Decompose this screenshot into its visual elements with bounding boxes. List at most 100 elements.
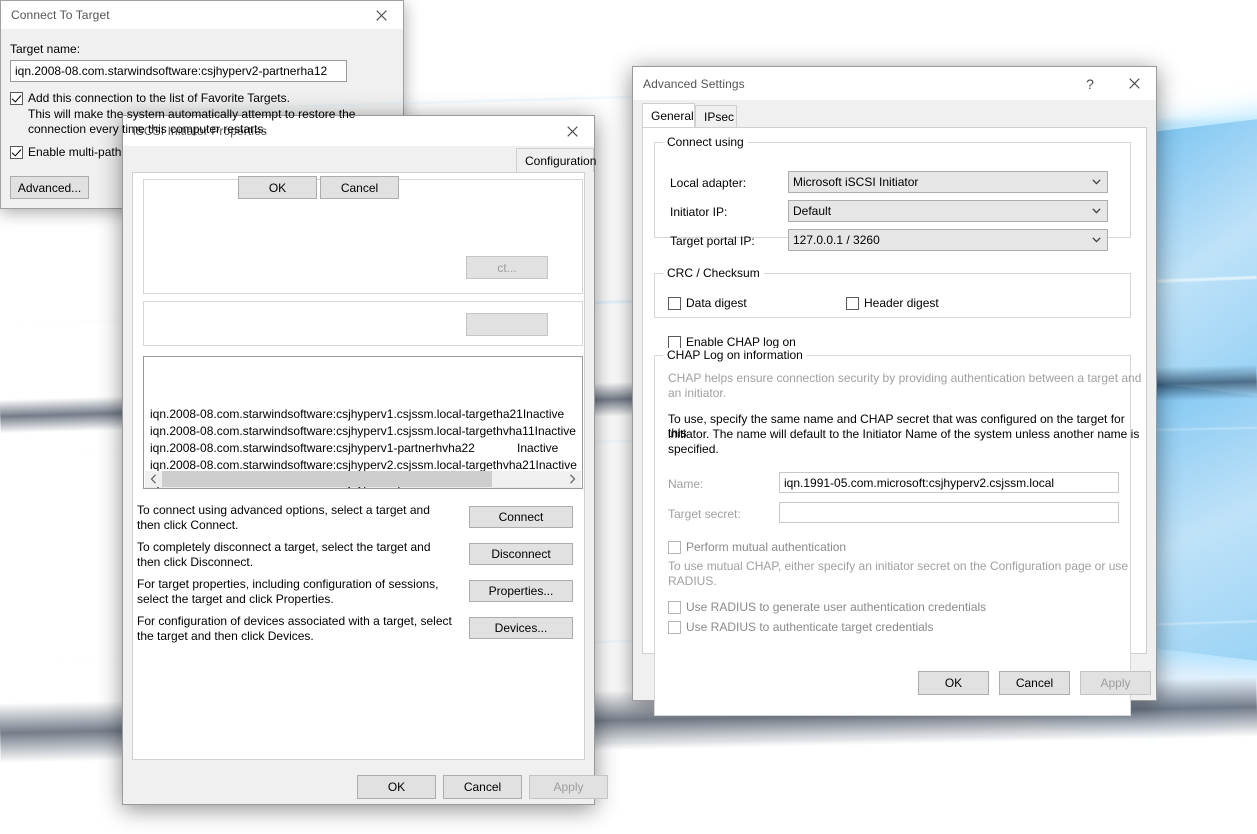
wallpaper-logo-panel-top [1150,107,1257,383]
wallpaper-logo-panel-bottom [1150,382,1257,673]
help-icon[interactable]: ? [1068,68,1112,100]
target-name: iqn.2008-08.com.starwindsoftware:csjhype… [150,423,535,438]
favorite-help-line-1: This will make the system automatically … [28,107,356,121]
checkbox-box [668,601,681,614]
local-adapter-label: Local adapter: [670,176,747,190]
close-icon[interactable] [550,117,594,146]
chevron-left-icon[interactable] [145,471,162,487]
mutual-authentication-checkbox[interactable]: Perform mutual authentication [668,540,846,554]
advanced-settings-window: Advanced Settings ? General IPsec Connec… [632,66,1157,716]
chap-intro-line-2: an initiator. [668,386,727,400]
connect-ok-button[interactable]: OK [238,176,317,199]
chap-usage-line-2: initiator. The name will default to the … [668,427,1140,441]
data-digest-checkbox[interactable]: Data digest [668,296,747,310]
chevron-down-icon [1092,230,1101,250]
target-portal-ip-dropdown[interactable]: 127.0.0.1 / 3260 [788,229,1108,251]
iscsi-initiator-properties-window: iSCSI Initiator Properties Configuration… [122,115,608,805]
radius-generate-checkbox[interactable]: Use RADIUS to generate user authenticati… [668,600,986,614]
target-secret-label: Target secret: [668,507,741,521]
target-secret-input[interactable] [779,502,1119,523]
connect-using-label: Connect using [663,135,748,149]
tab-configuration-label: Configuration [525,153,597,168]
chap-info-label: CHAP Log on information [663,348,807,362]
disconnect-button[interactable]: Disconnect [469,543,573,565]
devices-description: For configuration of devices associated … [137,614,452,643]
advanced-body-panel: Connect using Local adapter: Microsoft i… [642,127,1147,716]
chap-usage-line-3: specified. [668,442,719,456]
properties-description: For target properties, including configu… [137,577,439,606]
tab-ipsec[interactable]: IPsec [695,105,737,127]
close-icon[interactable] [1112,68,1156,100]
target-status: Inactive [522,406,565,421]
mutual-help-line-2: RADIUS. [668,574,717,588]
advanced-titlebar: Advanced Settings ? [633,67,1156,100]
connect-cancel-button[interactable]: Cancel [320,176,399,199]
favorite-targets-checkbox[interactable]: Add this connection to the list of Favor… [10,91,390,105]
advanced-window-title: Advanced Settings [643,76,745,91]
connect-button[interactable]: Connect [469,506,573,528]
chevron-down-icon [1092,172,1101,192]
target-status: Inactive [534,423,576,438]
target-name: iqn.2008-08.com.starwindsoftware:csjhype… [150,440,475,455]
cancel-button[interactable]: Cancel [443,775,522,799]
target-portal-ip-label: Target portal IP: [670,234,755,248]
targets-listbox[interactable]: iqn.2008-08.com.starwindsoftware:csjhype… [143,356,583,489]
partial-top-button[interactable] [466,313,548,336]
radius-authenticate-checkbox[interactable]: Use RADIUS to authenticate target creden… [668,620,933,634]
connect-description: To connect using advanced options, selec… [137,503,430,532]
chap-name-input[interactable]: iqn.1991-05.com.microsoft:csjhyperv2.csj… [779,472,1119,493]
mutual-help-line-1: To use mutual CHAP, either specify an in… [668,559,1129,573]
advanced-tabstrip: General IPsec [642,103,1147,127]
target-portal-ip-value: 127.0.0.1 / 3260 [793,233,880,247]
checkbox-box [668,541,681,554]
target-name-label: Target name: [10,42,81,56]
data-digest-label: Data digest [686,296,747,310]
target-name-input[interactable]: iqn.2008-08.com.starwindsoftware:csjhype… [10,60,347,82]
favorite-help-line-2: connection every time this computer rest… [28,122,267,136]
enable-chap-label: Enable CHAP log on [686,335,796,349]
crc-checksum-label: CRC / Checksum [663,266,764,280]
iscsi-tabstrip: Configuration [132,148,596,172]
local-adapter-dropdown[interactable]: Microsoft iSCSI Initiator [788,171,1108,193]
checkbox-box [846,297,859,310]
table-row[interactable]: iqn.2008-08.com.starwindsoftware:csjhype… [145,439,581,456]
header-digest-label: Header digest [864,296,939,310]
chevron-right-icon[interactable] [564,471,581,487]
enable-chap-checkbox[interactable]: Enable CHAP log on [668,335,796,349]
initiator-ip-label: Initiator IP: [670,205,728,219]
scrollbar-thumb[interactable] [162,471,492,487]
enable-multipath-label: Enable multi-path [28,145,122,159]
initiator-ip-dropdown[interactable]: Default [788,200,1108,222]
horizontal-scrollbar[interactable] [145,471,581,487]
ok-button[interactable]: OK [357,775,436,799]
checkbox-box [10,92,23,105]
advanced-ok-button[interactable]: OK [918,671,989,695]
properties-button[interactable]: Properties... [469,580,573,602]
partial-refresh-button[interactable]: ct... [466,256,548,279]
chap-intro-line-1: CHAP helps ensure connection security by… [668,371,1142,385]
header-digest-checkbox[interactable]: Header digest [846,296,939,310]
advanced-apply-button[interactable]: Apply [1080,671,1151,695]
tab-configuration[interactable]: Configuration [516,148,597,172]
enable-multipath-checkbox[interactable]: Enable multi-path [10,145,121,159]
advanced-button[interactable]: Advanced... [10,176,89,199]
table-row[interactable]: iqn.2008-08.com.starwindsoftware:csjhype… [145,405,581,422]
chap-name-label: Name: [668,477,704,491]
checkbox-box [668,297,681,310]
radius-generate-label: Use RADIUS to generate user authenticati… [686,600,987,614]
local-adapter-value: Microsoft iSCSI Initiator [793,175,919,189]
scrollbar-track[interactable] [162,471,564,487]
advanced-cancel-button[interactable]: Cancel [999,671,1070,695]
table-row[interactable]: iqn.2008-08.com.starwindsoftware:csjhype… [145,422,581,439]
devices-button[interactable]: Devices... [469,617,573,639]
tab-general[interactable]: General [642,103,695,127]
target-status: Inactive [517,440,559,455]
checkbox-box [10,146,23,159]
target-name: iqn.2008-08.com.starwindsoftware:csjhype… [150,406,523,421]
tab-ipsec-label: IPsec [704,109,735,124]
apply-button[interactable]: Apply [529,775,608,799]
mutual-authentication-label: Perform mutual authentication [686,540,847,554]
target-name: iqn.2008-08.com.starwindsoftware:csjhype… [150,457,536,472]
initiator-ip-value: Default [793,204,832,218]
checkbox-box [668,621,681,634]
